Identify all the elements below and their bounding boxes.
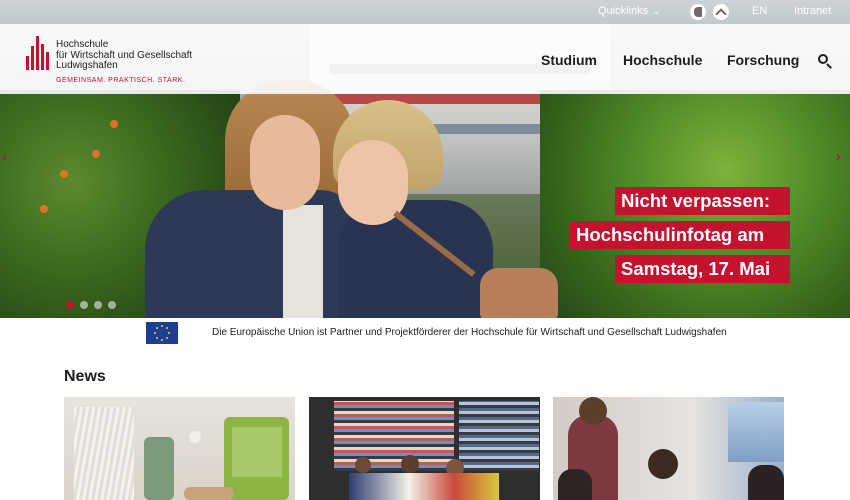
eu-flag-icon	[146, 322, 178, 344]
logo-mark-icon	[26, 36, 52, 70]
nav-forschung[interactable]: Forschung	[727, 52, 799, 68]
top-utility-bar: Quicklinks ⌄ EN Intranet	[0, 0, 850, 24]
quicklinks-label: Quicklinks	[598, 5, 649, 17]
contrast-icon[interactable]	[690, 4, 706, 20]
news-card-image[interactable]	[553, 397, 784, 500]
slider-next-icon[interactable]: ›	[836, 148, 846, 164]
eu-notice-text: Die Europäische Union ist Partner und Pr…	[212, 327, 727, 338]
news-card-image[interactable]	[309, 397, 540, 500]
slider-dot[interactable]	[108, 301, 116, 309]
accessibility-icon[interactable]	[713, 4, 729, 20]
news-heading: News	[64, 368, 106, 385]
slider-dot[interactable]	[80, 301, 88, 309]
backpack	[480, 268, 558, 318]
chevron-down-icon: ⌄	[652, 6, 661, 17]
nav-studium[interactable]: Studium	[541, 52, 597, 68]
hero-headline-line-1[interactable]: Nicht verpassen:	[615, 187, 790, 215]
slider-pagination	[66, 296, 122, 314]
quicklinks-dropdown[interactable]: Quicklinks ⌄	[598, 5, 661, 17]
university-logo[interactable]: Hochschule für Wirtschaft und Gesellscha…	[26, 36, 206, 86]
intranet-link[interactable]: Intranet	[794, 5, 831, 17]
nav-hochschule[interactable]: Hochschule	[623, 52, 702, 68]
search-icon[interactable]	[818, 54, 832, 69]
hero-person-right	[318, 100, 493, 318]
slider-dot[interactable]	[66, 301, 74, 309]
hero-headline-line-2[interactable]: Hochschulinfotag am	[570, 221, 790, 249]
language-switch[interactable]: EN	[752, 5, 767, 17]
eu-funding-notice: Die Europäische Union ist Partner und Pr…	[0, 318, 850, 348]
slider-prev-icon[interactable]: ‹	[2, 148, 12, 164]
logo-name: Hochschule für Wirtschaft und Gesellscha…	[56, 39, 193, 71]
slider-dot[interactable]	[94, 301, 102, 309]
logo-claim: GEMEINSAM. PRAKTISCH. STARK.	[56, 77, 186, 84]
hero-headline-line-3[interactable]: Samstag, 17. Mai	[615, 255, 790, 283]
main-header: Hochschule für Wirtschaft und Gesellscha…	[0, 24, 850, 94]
news-card-image[interactable]	[64, 397, 295, 500]
